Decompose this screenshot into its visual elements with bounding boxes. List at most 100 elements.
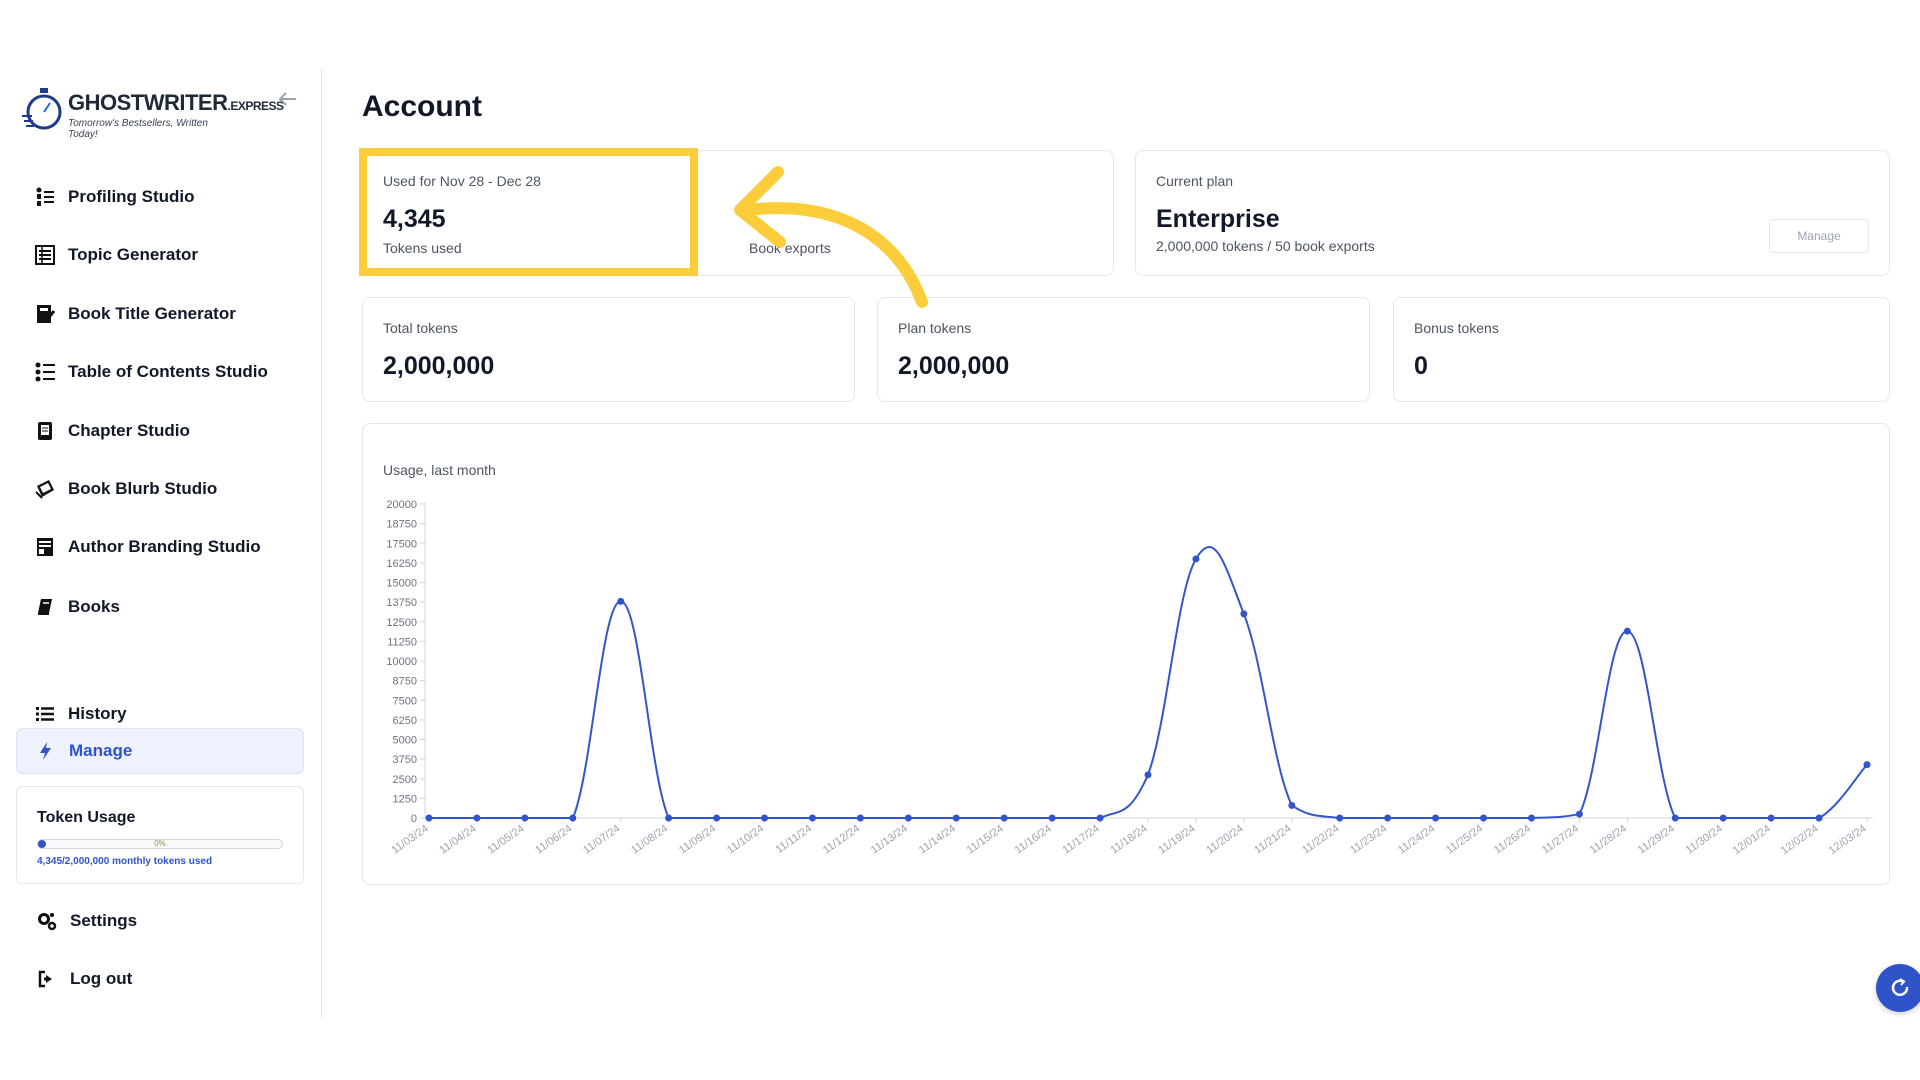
data-point — [473, 814, 481, 822]
y-tick-label: 15000 — [386, 578, 417, 590]
manage-plan-button[interactable]: Manage — [1769, 219, 1869, 253]
sidebar-item-label: History — [68, 704, 127, 723]
books-icon — [34, 596, 56, 618]
data-point — [1144, 771, 1152, 779]
y-tick-label: 13750 — [386, 597, 417, 609]
y-tick-label: 20000 — [386, 499, 417, 511]
token-usage-panel: Token Usage 0% 4,345/2,000,000 monthly t… — [16, 786, 304, 884]
arrow-left-icon — [278, 92, 296, 106]
sidebar-item-label: Author Branding Studio — [68, 537, 261, 556]
data-point — [521, 814, 529, 822]
x-tick-label: 11/30/24 — [1684, 823, 1725, 857]
x-tick-label: 11/03/24 — [389, 823, 430, 857]
logout-icon — [36, 968, 58, 990]
stat-label: Total tokens — [383, 320, 458, 336]
x-tick-label: 11/12/24 — [821, 823, 862, 857]
sidebar-item-manage[interactable]: Manage — [16, 728, 304, 774]
x-tick-label: 11/22/24 — [1300, 823, 1341, 857]
data-point — [1719, 814, 1727, 822]
data-point — [952, 814, 960, 822]
y-tick-label: 1250 — [393, 793, 417, 805]
data-point — [1192, 555, 1200, 563]
x-tick-label: 11/15/24 — [965, 823, 1006, 857]
y-tick-label: 11250 — [387, 636, 417, 648]
chapter-icon — [34, 420, 56, 442]
sidebar-item-label: Profiling Studio — [68, 187, 195, 206]
book-title-icon — [34, 303, 56, 325]
y-tick-label: 2500 — [393, 774, 417, 786]
data-point — [665, 814, 673, 822]
tutorial-highlight-box — [359, 148, 698, 276]
sidebar-item-label: Manage — [69, 741, 133, 760]
x-tick-label: 11/19/24 — [1156, 823, 1197, 857]
x-tick-label: 11/25/24 — [1444, 823, 1485, 857]
sidebar-item-label: Chapter Studio — [68, 421, 190, 440]
help-chat-button[interactable] — [1876, 964, 1920, 1012]
data-point — [856, 814, 864, 822]
sidebar-item-label: Book Title Generator — [68, 304, 236, 323]
data-point — [1815, 814, 1823, 822]
collapse-sidebar-button[interactable] — [276, 88, 300, 112]
sidebar-item-table-of-contents-studio[interactable]: Table of Contents Studio — [16, 349, 304, 395]
data-point — [1000, 814, 1008, 822]
sidebar-item-author-branding-studio[interactable]: Author Branding Studio — [16, 524, 304, 570]
data-point — [1623, 627, 1631, 635]
current-plan-card: Current plan Enterprise 2,000,000 tokens… — [1135, 150, 1890, 276]
x-tick-label: 11/04/24 — [437, 823, 478, 857]
gears-icon — [36, 910, 58, 932]
bonus-tokens-card: Bonus tokens 0 — [1393, 297, 1890, 402]
x-tick-label: 11/13/24 — [869, 823, 910, 857]
sidebar-item-logout[interactable]: Log out — [16, 956, 304, 1002]
x-tick-label: 11/10/24 — [725, 823, 766, 857]
sidebar-item-book-title-generator[interactable]: Book Title Generator — [16, 291, 304, 337]
logo-brand-main: GHOSTWRITER — [68, 90, 228, 115]
logo[interactable]: GHOSTWRITER.EXPRESS Tomorrow's Bestselle… — [20, 86, 284, 140]
blurb-icon — [34, 478, 56, 500]
tutorial-arrow-icon — [734, 166, 928, 308]
stopwatch-logo-icon — [22, 88, 62, 130]
y-tick-label: 7500 — [393, 695, 417, 707]
data-point — [1575, 810, 1583, 818]
y-tick-label: 16250 — [386, 558, 417, 570]
plan-name: Enterprise — [1156, 205, 1280, 233]
sidebar: GHOSTWRITER.EXPRESS Tomorrow's Bestselle… — [0, 68, 322, 1018]
x-tick-label: 11/20/24 — [1204, 823, 1245, 857]
y-tick-label: 3750 — [393, 754, 417, 766]
y-tick-label: 6250 — [393, 715, 417, 727]
sidebar-item-books[interactable]: Books — [16, 584, 304, 630]
sidebar-item-profiling-studio[interactable]: Profiling Studio — [16, 174, 304, 220]
x-tick-label: 11/07/24 — [581, 823, 622, 857]
data-point — [1480, 814, 1488, 822]
data-point — [1671, 814, 1679, 822]
logo-tagline: Tomorrow's Bestsellers, Written Today! — [68, 118, 208, 140]
data-point — [1240, 610, 1248, 618]
toc-icon — [34, 361, 56, 383]
x-tick-label: 12/02/24 — [1779, 823, 1821, 857]
data-point — [1336, 814, 1344, 822]
list-icon — [34, 703, 56, 725]
x-tick-label: 11/24/24 — [1396, 823, 1437, 857]
sidebar-item-book-blurb-studio[interactable]: Book Blurb Studio — [16, 466, 304, 512]
sidebar-item-topic-generator[interactable]: Topic Generator — [16, 232, 304, 278]
token-usage-progress: 0% — [37, 839, 283, 849]
data-point — [1432, 814, 1440, 822]
logo-brand: GHOSTWRITER.EXPRESS — [68, 90, 284, 116]
plan-tokens-card: Plan tokens 2,000,000 — [877, 297, 1370, 402]
sidebar-item-chapter-studio[interactable]: Chapter Studio — [16, 408, 304, 454]
y-tick-label: 8750 — [393, 676, 417, 688]
stat-label: Plan tokens — [898, 320, 972, 336]
data-point — [1288, 801, 1296, 809]
total-tokens-card: Total tokens 2,000,000 — [362, 297, 855, 402]
sidebar-item-label: Table of Contents Studio — [68, 362, 268, 381]
sidebar-item-label: Book Blurb Studio — [68, 479, 218, 498]
x-tick-label: 12/01/24 — [1731, 823, 1773, 857]
x-tick-label: 11/18/24 — [1108, 823, 1149, 857]
y-tick-label: 0 — [411, 813, 417, 825]
data-point — [904, 814, 912, 822]
x-tick-label: 11/28/24 — [1588, 823, 1629, 857]
sidebar-item-settings[interactable]: Settings — [16, 898, 304, 944]
profiling-icon — [34, 186, 56, 208]
y-tick-label: 5000 — [393, 735, 417, 747]
data-point — [1048, 814, 1056, 822]
data-point — [713, 814, 721, 822]
